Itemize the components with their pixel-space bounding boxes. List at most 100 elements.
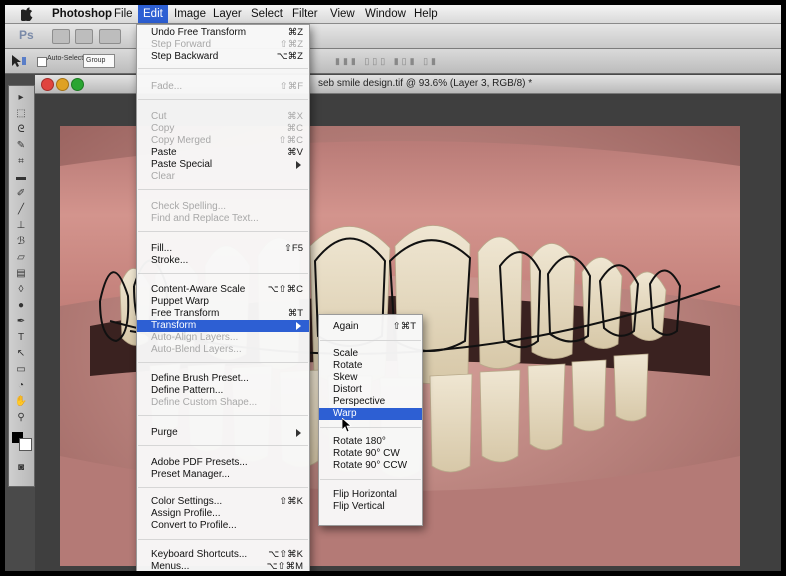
menu-item-transform[interactable]: Transform	[137, 320, 309, 332]
menu-item-find-replace: Find and Replace Text...	[151, 213, 259, 224]
history-brush-tool-icon[interactable]: ℬ	[14, 236, 28, 248]
menu-item-flip-horizontal[interactable]: Flip Horizontal	[319, 489, 422, 501]
lasso-tool-icon[interactable]: ᘓ	[14, 124, 28, 136]
menu-item-keyboard-shortcuts[interactable]: Keyboard Shortcuts... ⌥⇧⌘K	[137, 549, 309, 561]
3d-rotate-tool-icon[interactable]: ◔	[14, 380, 28, 392]
quick-mask-icon[interactable]: ◙	[14, 462, 28, 474]
menu-image[interactable]: Image	[169, 5, 211, 23]
crop-tool-icon[interactable]: ⌗	[14, 156, 28, 168]
eyedropper-tool-icon[interactable]: ▬	[14, 172, 28, 184]
move-tool-icon[interactable]: ▸	[14, 92, 28, 104]
menu-item-rotate-180[interactable]: Rotate 180°	[319, 436, 422, 448]
menu-filter[interactable]: Filter	[287, 5, 323, 23]
menu-item-color-settings[interactable]: Color Settings... ⇧⌘K	[137, 496, 309, 508]
pen-tool-icon[interactable]: ✒	[14, 316, 28, 328]
menu-item-clear: Clear	[151, 171, 175, 182]
gradient-tool-icon[interactable]: ▤	[14, 268, 28, 280]
menu-view[interactable]: View	[325, 5, 360, 23]
menu-item-free-transform[interactable]: Free Transform ⌘T	[137, 308, 309, 320]
menu-item-scale[interactable]: Scale	[319, 348, 422, 360]
minimize-window-icon[interactable]	[56, 78, 69, 91]
menu-item-pdf-presets[interactable]: Adobe PDF Presets...	[137, 457, 309, 469]
ps-logo: Ps	[19, 28, 34, 42]
menu-item-rotate-90-cw[interactable]: Rotate 90° CW	[319, 448, 422, 460]
menu-help[interactable]: Help	[409, 5, 443, 23]
menu-item-fade: Fade... ⇧⌘F	[151, 81, 303, 92]
menu-item-flip-vertical[interactable]: Flip Vertical	[319, 501, 422, 513]
menu-separator	[320, 427, 421, 428]
menu-item-preset-manager[interactable]: Preset Manager...	[137, 469, 309, 481]
menu-item-assign-profile[interactable]: Assign Profile...	[137, 508, 309, 520]
auto-select-checkbox[interactable]	[37, 57, 47, 67]
menu-item-paste-special[interactable]: Paste Special	[137, 159, 309, 171]
align-distribute-icons[interactable]: ▮▮▮ ▯▯▯ ▮▯▮ ▯▮	[335, 56, 439, 67]
hand-tool-icon[interactable]: ✋	[14, 396, 28, 408]
zoom-tool-icon[interactable]: ⚲	[14, 412, 28, 424]
menu-separator	[138, 231, 308, 232]
menu-separator	[320, 340, 421, 341]
menu-window[interactable]: Window	[360, 5, 411, 23]
menu-item-define-pattern[interactable]: Define Pattern...	[137, 385, 309, 397]
menu-file[interactable]: File	[109, 5, 138, 23]
quick-select-tool-icon[interactable]: ✎	[14, 140, 28, 152]
menu-item-convert-profile[interactable]: Convert to Profile...	[137, 520, 309, 532]
document-title: seb smile design.tif @ 93.6% (Layer 3, R…	[318, 78, 533, 89]
menu-item-define-brush[interactable]: Define Brush Preset...	[137, 373, 309, 385]
shape-tool-icon[interactable]: ▭	[14, 364, 28, 376]
mouse-cursor-icon	[342, 418, 352, 433]
menu-item-perspective[interactable]: Perspective	[319, 396, 422, 408]
move-tool-icon[interactable]	[10, 54, 28, 68]
close-window-icon[interactable]	[41, 78, 54, 91]
menu-item-paste[interactable]: Paste ⌘V	[137, 147, 309, 159]
menu-select[interactable]: Select	[246, 5, 288, 23]
auto-select-dropdown[interactable]: Group	[83, 54, 115, 68]
menu-layer[interactable]: Layer	[208, 5, 247, 23]
blur-tool-icon[interactable]: ◊	[14, 284, 28, 296]
path-select-tool-icon[interactable]: ↖	[14, 348, 28, 360]
menu-item-check-spelling: Check Spelling...	[151, 201, 227, 212]
menu-separator	[138, 487, 308, 488]
apple-icon[interactable]	[21, 7, 33, 21]
menu-item-again[interactable]: Again ⇧⌘T	[319, 321, 422, 333]
menu-item-rotate[interactable]: Rotate	[319, 360, 422, 372]
menu-item-rotate-90-ccw[interactable]: Rotate 90° CCW	[319, 460, 422, 472]
eraser-tool-icon[interactable]: ▱	[14, 252, 28, 264]
menu-separator	[138, 362, 308, 363]
menu-item-skew[interactable]: Skew	[319, 372, 422, 384]
menu-item-menus[interactable]: Menus... ⌥⇧⌘M	[137, 561, 309, 571]
menu-item-warp[interactable]: Warp	[319, 408, 422, 420]
menu-app-name[interactable]: Photoshop	[47, 5, 117, 23]
dodge-tool-icon[interactable]: ●	[14, 300, 28, 312]
clone-stamp-tool-icon[interactable]: ⊥	[14, 220, 28, 232]
screen: Photoshop File Edit Image Layer Select F…	[5, 5, 781, 571]
menu-item-fill[interactable]: Fill... ⇧F5	[137, 243, 309, 255]
menu-item-purge[interactable]: Purge	[137, 427, 309, 439]
tools-panel: ▸ ⬚ ᘓ ✎ ⌗ ▬ ✐ ╱ ⊥ ℬ ▱ ▤ ◊ ● ✒ T ↖ ▭ ◔ ✋ …	[8, 85, 35, 487]
menu-item-auto-blend: Auto-Blend Layers...	[151, 344, 242, 355]
menu-separator	[138, 99, 308, 100]
menu-item-puppet-warp[interactable]: Puppet Warp	[137, 296, 309, 308]
marquee-tool-icon[interactable]: ⬚	[14, 108, 28, 120]
healing-brush-tool-icon[interactable]: ✐	[14, 188, 28, 200]
transform-submenu: Again ⇧⌘T Scale Rotate Skew Distort Persp…	[318, 314, 423, 526]
application-bar: Ps	[5, 24, 781, 49]
menu-item-content-aware-scale[interactable]: Content-Aware Scale ⌥⇧⌘C	[137, 284, 309, 296]
menu-separator	[138, 68, 308, 69]
menu-item-step-backward[interactable]: Step Backward ⌥⌘Z	[137, 51, 309, 63]
submenu-arrow-icon	[296, 429, 301, 437]
view-extras-icon[interactable]	[99, 29, 121, 44]
background-color-swatch[interactable]	[19, 438, 32, 451]
type-tool-icon[interactable]: T	[14, 332, 28, 344]
menu-item-distort[interactable]: Distort	[319, 384, 422, 396]
menu-item-define-shape: Define Custom Shape...	[151, 397, 258, 408]
menu-item-stroke[interactable]: Stroke...	[137, 255, 309, 267]
brush-tool-icon[interactable]: ╱	[14, 204, 28, 216]
launch-mini-bridge-icon[interactable]	[75, 29, 93, 44]
menu-item-copy-merged: Copy Merged ⇧⌘C	[151, 135, 303, 146]
options-bar: Auto-Select: Group ▮▮▮ ▯▯▯ ▮▯▮ ▯▮	[5, 49, 781, 74]
menu-edit[interactable]: Edit	[138, 5, 168, 23]
menu-item-copy: Copy ⌘C	[151, 123, 303, 134]
launch-bridge-icon[interactable]	[52, 29, 70, 44]
menu-item-undo[interactable]: Undo Free Transform ⌘Z	[137, 27, 309, 39]
zoom-window-icon[interactable]	[71, 78, 84, 91]
